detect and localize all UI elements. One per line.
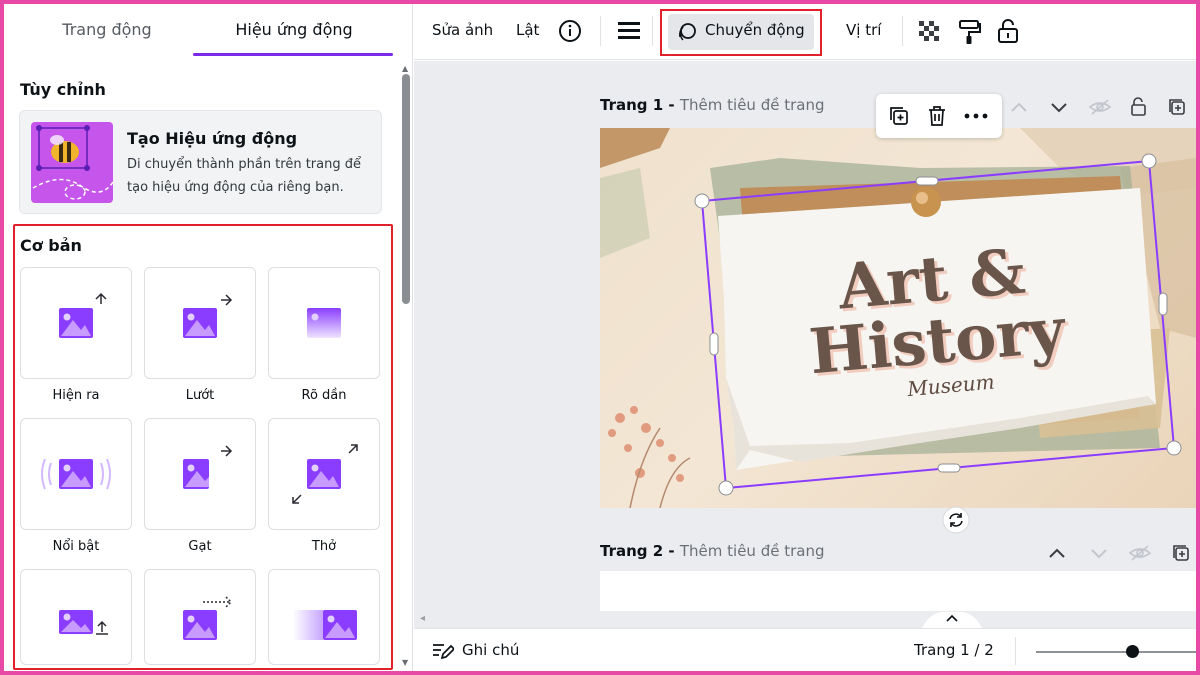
rotate-icon[interactable] bbox=[941, 505, 971, 535]
element-floating-toolbar bbox=[876, 94, 1002, 138]
page-1-controls bbox=[1011, 97, 1185, 116]
scroll-left-icon[interactable]: ◂ bbox=[420, 613, 425, 624]
tectonic-icon bbox=[293, 610, 357, 640]
pop-icon bbox=[41, 458, 111, 490]
effect-tectonic[interactable] bbox=[268, 569, 380, 665]
canvas-workspace: Trang 1 - Thêm tiêu đề trang Art & Art &… bbox=[414, 61, 1196, 628]
scrollbar-thumb[interactable] bbox=[402, 74, 410, 304]
create-animation-description: Di chuyển thành phần trên trang để tạo h… bbox=[127, 157, 361, 195]
toolbar-divider bbox=[902, 16, 903, 46]
motion-highlight-box bbox=[660, 9, 822, 56]
paint-roller-icon[interactable] bbox=[958, 19, 982, 45]
panel-scrollbar[interactable]: ▲ ▼ bbox=[402, 64, 410, 668]
page-2-label: Trang 2 - bbox=[600, 542, 675, 560]
page-1-label: Trang 1 - bbox=[600, 96, 675, 114]
baseline-icon bbox=[59, 610, 108, 635]
scroll-up-icon[interactable]: ▲ bbox=[402, 64, 408, 73]
create-animation-card[interactable]: Tạo Hiệu ứng động Di chuyển thành phần t… bbox=[19, 110, 382, 214]
tab-page-animations[interactable]: Trang động bbox=[42, 20, 172, 39]
drift-icon bbox=[183, 596, 233, 640]
wipe-icon bbox=[183, 445, 233, 489]
rise-icon bbox=[59, 292, 107, 338]
pan-icon bbox=[183, 294, 233, 338]
effect-label: Thở bbox=[311, 539, 337, 554]
notes-icon bbox=[433, 644, 454, 660]
more-options-icon[interactable] bbox=[964, 112, 988, 120]
effect-baseline[interactable] bbox=[20, 569, 132, 665]
create-animation-title: Tạo Hiệu ứng động bbox=[127, 129, 298, 148]
art-history-design: Art & Art & History History Museum bbox=[600, 128, 1196, 508]
effect-fade[interactable] bbox=[268, 267, 380, 379]
basic-section-title: Cơ bản bbox=[20, 236, 82, 255]
page-2-controls bbox=[1049, 545, 1189, 561]
transparency-icon[interactable] bbox=[919, 21, 941, 43]
effect-label: Rõ dần bbox=[301, 388, 347, 403]
scroll-down-icon[interactable]: ▼ bbox=[402, 658, 408, 667]
effect-drift[interactable] bbox=[144, 569, 256, 665]
panel-tabs: Trang động Hiệu ứng động bbox=[4, 4, 399, 60]
trash-icon[interactable] bbox=[926, 105, 948, 127]
bee-animation-thumbnail bbox=[31, 122, 113, 203]
zoom-slider-thumb[interactable] bbox=[1126, 645, 1139, 658]
lock-icon[interactable] bbox=[997, 18, 1019, 44]
info-icon[interactable] bbox=[558, 19, 582, 43]
page-2-title-placeholder[interactable]: Thêm tiêu đề trang bbox=[680, 542, 825, 560]
effect-label: Lướt bbox=[185, 388, 215, 403]
slide-page-1[interactable]: Art & Art & History History Museum bbox=[600, 128, 1196, 508]
effect-label: Nổi bật bbox=[52, 539, 100, 554]
page-1-title[interactable]: Trang 1 - Thêm tiêu đề trang bbox=[600, 96, 825, 114]
flip-button[interactable]: Lật bbox=[516, 21, 539, 39]
effect-rise[interactable] bbox=[20, 267, 132, 379]
position-button[interactable]: Vị trí bbox=[846, 21, 881, 39]
bee-icon bbox=[32, 125, 113, 200]
effect-label: Hiện ra bbox=[52, 388, 100, 403]
bottom-bar: Ghi chú Trang 1 / 2 bbox=[414, 628, 1196, 671]
edit-photo-button[interactable]: Sửa ảnh bbox=[432, 21, 493, 39]
lines-icon[interactable] bbox=[618, 21, 640, 41]
custom-section-title: Tùy chỉnh bbox=[20, 80, 106, 99]
effect-pop[interactable] bbox=[20, 418, 132, 530]
effect-wipe[interactable] bbox=[144, 418, 256, 530]
effect-label: Gạt bbox=[188, 539, 212, 554]
duplicate-icon[interactable] bbox=[888, 105, 910, 127]
toolbar-divider bbox=[652, 16, 653, 46]
page-1-title-placeholder[interactable]: Thêm tiêu đề trang bbox=[680, 96, 825, 114]
bottom-divider bbox=[1015, 637, 1016, 665]
effect-breathe[interactable] bbox=[268, 418, 380, 530]
notes-button[interactable]: Ghi chú bbox=[462, 641, 519, 659]
slide-page-2[interactable] bbox=[600, 571, 1196, 611]
tab-element-animations[interactable]: Hiệu ứng động bbox=[214, 20, 374, 39]
breathe-icon bbox=[292, 444, 358, 504]
active-tab-indicator bbox=[193, 53, 393, 56]
zoom-slider-track[interactable] bbox=[1036, 651, 1196, 653]
page-2-title[interactable]: Trang 2 - Thêm tiêu đề trang bbox=[600, 542, 825, 560]
fade-icon bbox=[307, 308, 341, 338]
top-toolbar: Sửa ảnh Lật Chuyển động Vị trí bbox=[414, 4, 1196, 60]
collapse-pages-icon[interactable] bbox=[922, 609, 982, 628]
page-indicator[interactable]: Trang 1 / 2 bbox=[914, 641, 994, 659]
app-window: Trang động Hiệu ứng động Tùy chỉnh Tạo H… bbox=[4, 4, 1196, 671]
toolbar-divider bbox=[600, 16, 601, 46]
animation-panel: Trang động Hiệu ứng động Tùy chỉnh Tạo H… bbox=[4, 4, 413, 671]
effect-pan[interactable] bbox=[144, 267, 256, 379]
